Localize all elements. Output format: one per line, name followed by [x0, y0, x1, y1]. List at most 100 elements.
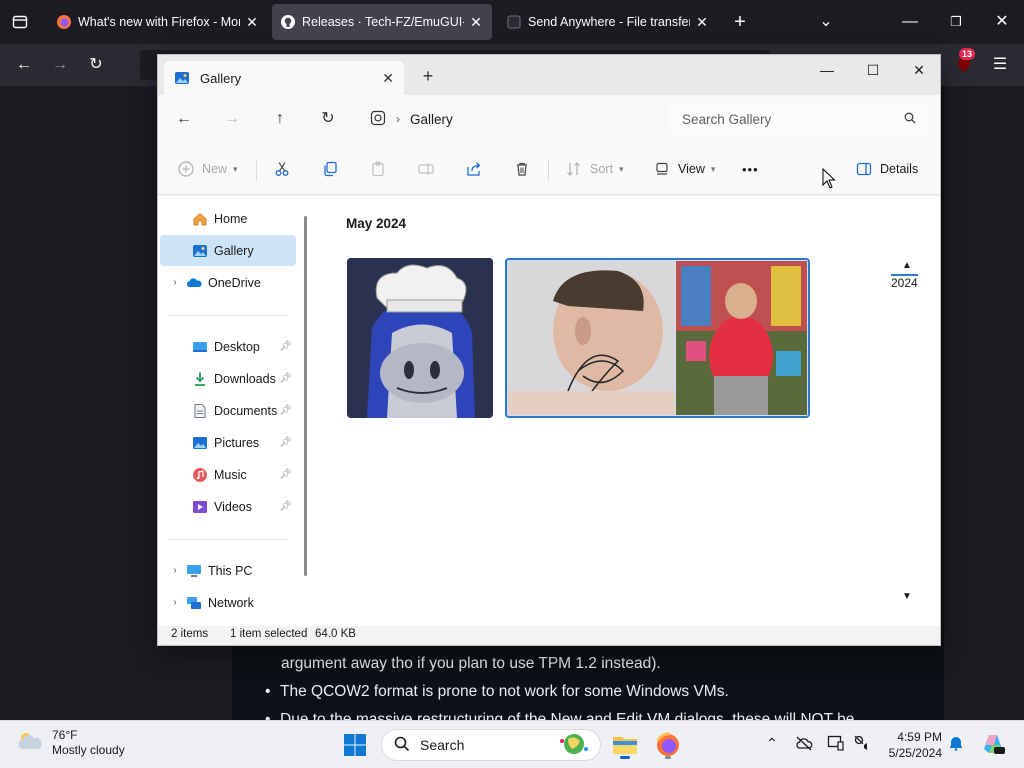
- pin-icon: 📌︎: [279, 373, 292, 384]
- home-icon: [192, 211, 208, 227]
- see-more-button[interactable]: •••: [742, 155, 759, 183]
- selection-count: 1 item selected: [230, 628, 308, 640]
- close-tab-icon[interactable]: ✕: [382, 70, 394, 87]
- video-icon: [192, 499, 208, 515]
- timeline-down-arrow-icon[interactable]: ▼: [902, 591, 912, 602]
- browser-tab-github-releases[interactable]: Releases · Tech-FZ/EmuGUI-Pre ✕: [272, 4, 492, 40]
- breadcrumb-item-gallery[interactable]: Gallery: [410, 112, 453, 127]
- nav-label: Music: [214, 467, 247, 482]
- pin-icon: 📌︎: [279, 501, 292, 512]
- thumbnail-image-portrait: [508, 261, 675, 415]
- paste-button[interactable]: [370, 155, 386, 183]
- close-window-icon[interactable]: ✕: [896, 55, 940, 87]
- details-pane-button[interactable]: Details: [856, 155, 918, 183]
- back-arrow-icon[interactable]: ←: [10, 51, 38, 79]
- timeline-up-arrow-icon[interactable]: ▲: [902, 260, 912, 271]
- new-tab-button[interactable]: +: [726, 8, 754, 36]
- address-bar-row: ← → ↑ ↻ › Gallery Search Gallery: [158, 95, 940, 143]
- copy-button[interactable]: [322, 155, 338, 183]
- notification-bell-icon[interactable]: [949, 735, 963, 754]
- minimize-icon[interactable]: —: [804, 55, 850, 87]
- nav-item-music[interactable]: Music 📌︎: [160, 459, 296, 490]
- weather-temperature: 76°F: [52, 728, 78, 742]
- firefox-taskbar-button[interactable]: [652, 729, 684, 761]
- chevron-right-icon[interactable]: ›: [168, 565, 182, 576]
- more-dots-icon: •••: [742, 161, 759, 177]
- clock-date: 5/25/2024: [888, 746, 942, 760]
- share-button[interactable]: [466, 155, 482, 183]
- up-arrow-icon[interactable]: ↑: [266, 107, 294, 131]
- nav-item-pictures[interactable]: Pictures 📌︎: [160, 427, 296, 458]
- restore-icon[interactable]: ❐: [942, 8, 970, 36]
- nav-item-downloads[interactable]: Downloads 📌︎: [160, 363, 296, 394]
- taskbar-clock[interactable]: 4:59 PM 5/25/2024: [884, 729, 942, 761]
- refresh-icon[interactable]: ↻: [314, 107, 342, 131]
- network-speaker-icon[interactable]: [854, 735, 872, 754]
- start-button[interactable]: [343, 733, 367, 762]
- close-window-icon[interactable]: ✕: [988, 8, 1016, 36]
- search-highlight-globe-icon: [556, 733, 590, 758]
- download-arrow-icon: [192, 371, 208, 387]
- nav-label: OneDrive: [208, 275, 261, 290]
- nav-item-this-pc[interactable]: › This PC: [160, 555, 296, 586]
- minimize-icon[interactable]: —: [896, 8, 924, 36]
- chevron-down-icon: ▾: [233, 163, 238, 174]
- nav-item-network[interactable]: › Network: [160, 587, 296, 618]
- nav-pane-scrollbar[interactable]: [304, 216, 307, 576]
- cut-button[interactable]: [274, 155, 290, 183]
- pin-icon: 📌︎: [279, 405, 292, 416]
- nav-divider: [168, 315, 288, 316]
- show-hidden-icons-chevron-icon[interactable]: ⌃: [766, 735, 778, 752]
- forward-arrow-icon[interactable]: →: [218, 107, 246, 131]
- nav-item-documents[interactable]: Documents 📌︎: [160, 395, 296, 426]
- firefox-view-icon[interactable]: [6, 8, 34, 36]
- breadcrumb[interactable]: › Gallery: [360, 103, 660, 135]
- nav-item-gallery[interactable]: Gallery: [160, 235, 296, 266]
- nav-label: Documents: [214, 403, 278, 418]
- gallery-outline-icon: [370, 110, 386, 129]
- desktop-icon: [192, 339, 208, 355]
- copy-icon: [322, 161, 338, 177]
- chevron-right-icon[interactable]: ›: [168, 277, 182, 288]
- nav-item-desktop[interactable]: Desktop 📌︎: [160, 331, 296, 362]
- reload-icon[interactable]: ↻: [82, 51, 110, 79]
- search-input[interactable]: Search Gallery: [670, 103, 928, 135]
- taskbar-search-box[interactable]: Search: [381, 729, 601, 761]
- sort-button[interactable]: Sort ▾: [566, 155, 623, 183]
- maximize-icon[interactable]: ☐: [850, 55, 896, 87]
- nav-item-videos[interactable]: Videos 📌︎: [160, 491, 296, 522]
- share-icon: [466, 161, 482, 177]
- list-all-tabs-chevron-icon[interactable]: ⌄: [812, 8, 840, 36]
- new-button[interactable]: New ▾: [178, 155, 238, 183]
- gallery-thumbnail-selected[interactable]: [505, 258, 810, 418]
- copilot-preview-icon[interactable]: [980, 731, 1006, 760]
- back-arrow-icon[interactable]: ←: [170, 107, 198, 131]
- weather-widget[interactable]: 76°F Mostly cloudy: [16, 728, 125, 758]
- rename-button[interactable]: [418, 155, 434, 183]
- forward-arrow-icon[interactable]: →: [46, 51, 74, 79]
- timeline-year[interactable]: 2024: [891, 274, 918, 290]
- explorer-tab-gallery[interactable]: Gallery ✕: [164, 61, 404, 95]
- nav-label: Desktop: [214, 339, 260, 354]
- browser-tab-firefox-whats-new[interactable]: What's new with Firefox - More ✕: [48, 4, 268, 40]
- close-tab-icon[interactable]: ✕: [468, 14, 484, 31]
- nav-item-home[interactable]: Home: [160, 203, 296, 234]
- nav-label: Home: [214, 211, 248, 226]
- close-tab-icon[interactable]: ✕: [244, 14, 260, 31]
- nav-item-onedrive[interactable]: › OneDrive: [160, 267, 296, 298]
- close-tab-icon[interactable]: ✕: [694, 14, 710, 31]
- browser-tab-send-anywhere[interactable]: Send Anywhere - File transfer ✕: [498, 4, 718, 40]
- breadcrumb-chevron-icon: ›: [396, 112, 400, 126]
- cloud-offline-icon[interactable]: [795, 735, 813, 754]
- new-tab-button[interactable]: +: [416, 65, 440, 89]
- delete-button[interactable]: [514, 155, 530, 183]
- windows-logo-icon: [344, 734, 366, 756]
- display-icon[interactable]: [827, 735, 845, 754]
- explorer-tab-title: Gallery: [200, 70, 242, 86]
- firefox-tab-bar: What's new with Firefox - More ✕ Release…: [0, 0, 1024, 44]
- hamburger-menu-icon[interactable]: ☰: [986, 51, 1014, 79]
- view-button[interactable]: View ▾: [654, 155, 715, 183]
- file-explorer-taskbar-button[interactable]: [609, 729, 641, 761]
- chevron-right-icon[interactable]: ›: [168, 597, 182, 608]
- gallery-thumbnail[interactable]: [347, 258, 493, 418]
